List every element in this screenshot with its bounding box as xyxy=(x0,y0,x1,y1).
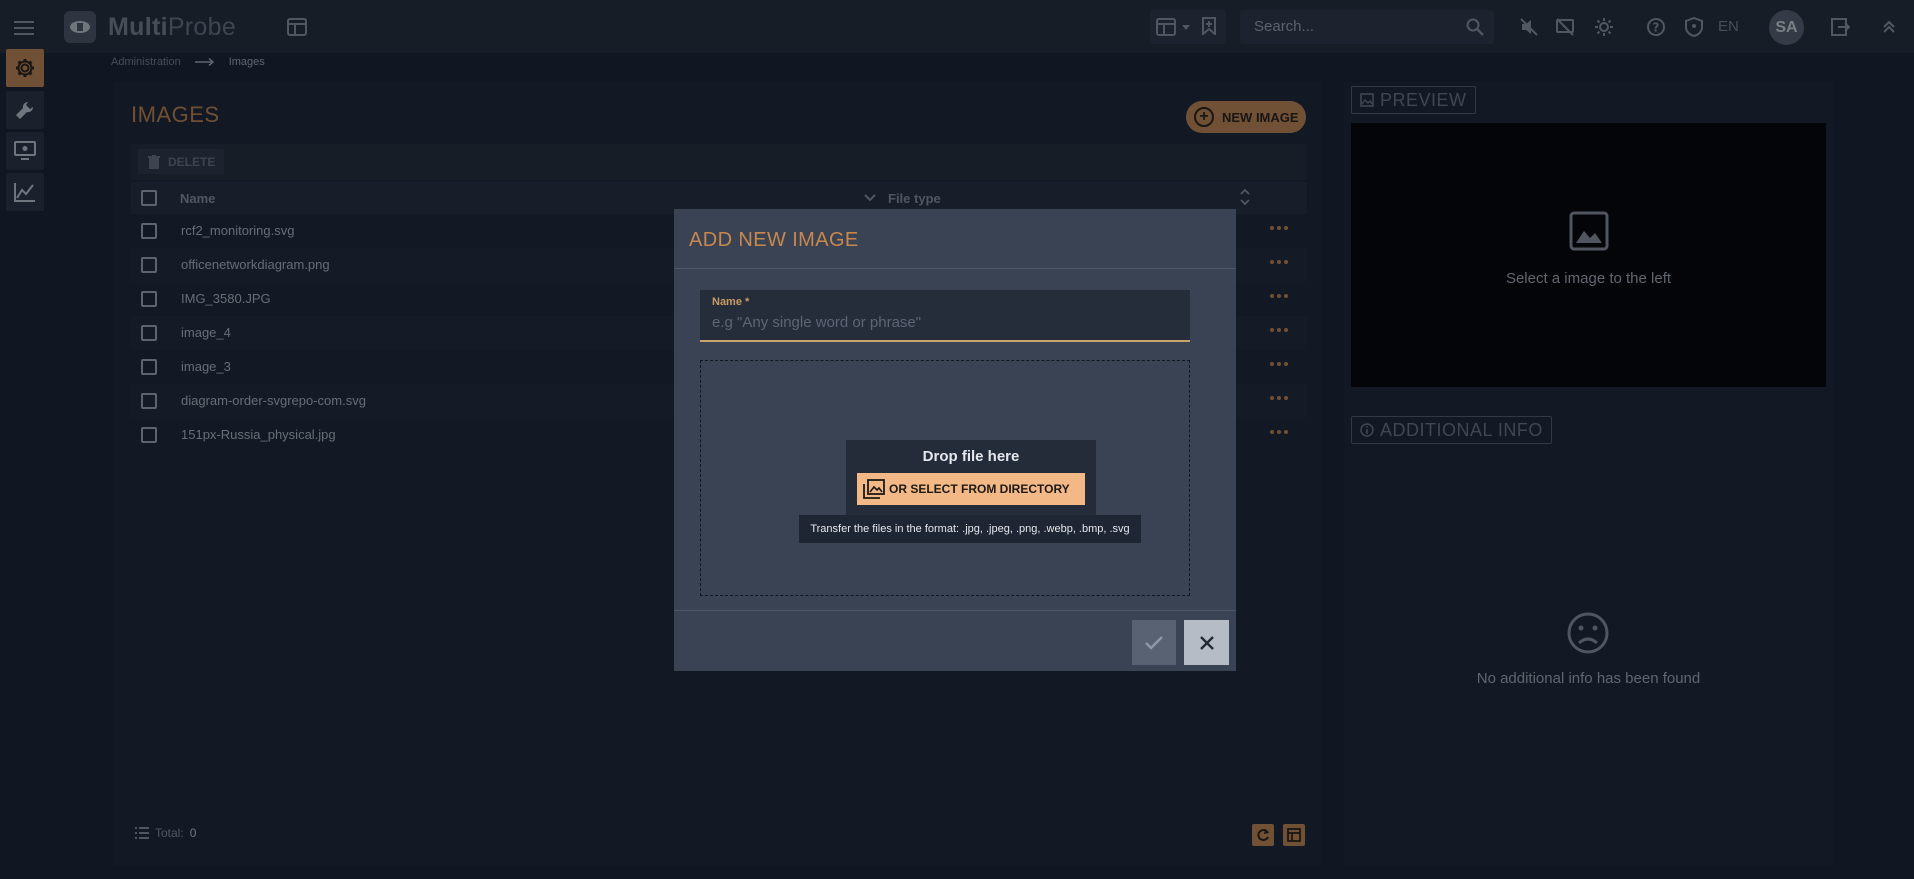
name-field-label: Name * xyxy=(712,296,750,308)
select-button-label: OR SELECT FROM DIRECTORY xyxy=(889,482,1070,496)
dialog-divider xyxy=(674,268,1236,269)
select-from-directory-button[interactable]: OR SELECT FROM DIRECTORY xyxy=(857,473,1085,505)
gallery-icon xyxy=(863,479,885,499)
drop-box: Drop file here OR SELECT FROM DIRECTORY xyxy=(846,440,1096,516)
drop-text: Drop file here xyxy=(922,448,1020,465)
name-input[interactable] xyxy=(712,314,1172,331)
dialog-title: ADD NEW IMAGE xyxy=(689,229,859,251)
file-dropzone[interactable]: Drop file here OR SELECT FROM DIRECTORY … xyxy=(700,360,1190,596)
confirm-button[interactable] xyxy=(1132,620,1176,665)
dialog-footer-divider xyxy=(674,610,1236,611)
check-icon xyxy=(1145,635,1163,650)
add-image-dialog: ADD NEW IMAGE Name * Drop file here OR S… xyxy=(674,209,1236,671)
close-icon xyxy=(1199,635,1214,650)
name-field[interactable]: Name * xyxy=(700,290,1190,342)
formats-tooltip: Transfer the files in the format: .jpg, … xyxy=(799,515,1141,543)
close-dialog-button[interactable] xyxy=(1184,620,1229,665)
